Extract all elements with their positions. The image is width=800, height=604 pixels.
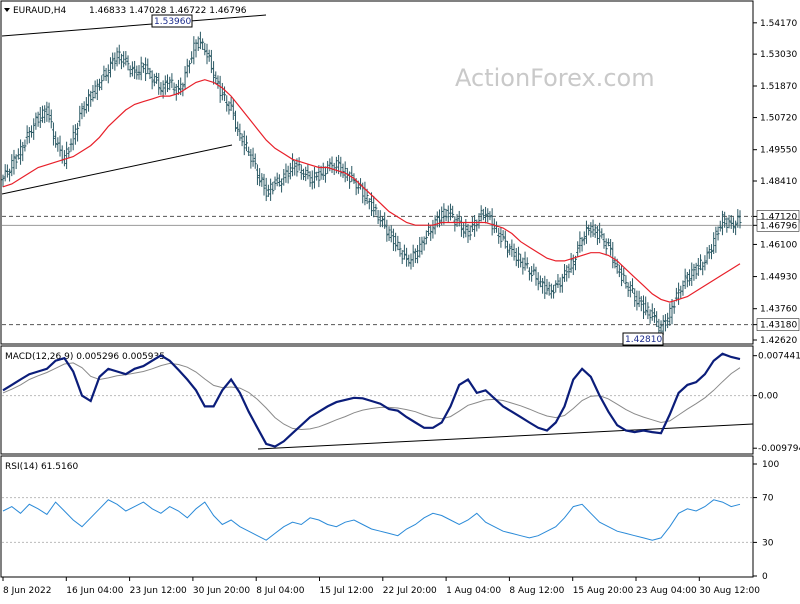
low-annotation-label: 1.42810 xyxy=(625,335,662,345)
price-tick-label: 1.48410 xyxy=(760,177,797,187)
high-annotation-label: 1.53960 xyxy=(154,17,191,27)
rsi-tick-label: 70 xyxy=(762,494,774,504)
rsi-tick-label: 100 xyxy=(762,460,779,470)
chart-root: EURAUD,H4 1.46833 1.47028 1.46722 1.4679… xyxy=(0,0,800,600)
time-tick-label: 22 Jul 20:00 xyxy=(383,586,437,596)
rsi-panel-frame xyxy=(0,455,754,578)
forex-chart: EURAUD,H4 1.46833 1.47028 1.46722 1.4679… xyxy=(0,0,800,596)
price-tick-label: 1.46100 xyxy=(760,240,797,250)
price-tick-label: 1.51870 xyxy=(760,82,797,92)
price-tick-label: 1.44930 xyxy=(760,273,797,283)
macd-panel-frame xyxy=(0,345,754,455)
rsi-tick-label: 0 xyxy=(762,572,768,582)
price-tick-label: 1.49550 xyxy=(760,146,797,156)
price-tick-label: 1.43760 xyxy=(760,305,797,315)
time-tick-label: 23 Aug 04:00 xyxy=(636,586,697,596)
high-annotation: 1.53960 xyxy=(151,14,193,28)
time-tick-label: 23 Jun 12:00 xyxy=(130,586,187,596)
macd-tick-label: -0.009794 xyxy=(758,444,800,454)
price-tick-label: 1.46796 xyxy=(760,221,797,231)
time-tick-label: 30 Aug 12:00 xyxy=(699,586,760,596)
time-tick-label: 15 Aug 20:00 xyxy=(573,586,634,596)
time-tick-label: 16 Jun 04:00 xyxy=(66,586,123,596)
rsi-tick-label: 30 xyxy=(762,538,774,548)
time-tick-label: 1 Aug 04:00 xyxy=(446,586,501,596)
macd-label: MACD(12,26,9) 0.005296 0.005935 xyxy=(5,352,165,362)
price-tick-label: 1.53030 xyxy=(760,50,797,60)
macd-tick-label: 0.00 xyxy=(758,392,778,402)
symbol-label: EURAUD,H4 xyxy=(13,6,66,16)
macd-tick-label: 0.007441 xyxy=(758,352,800,362)
rsi-label: RSI(14) 61.5160 xyxy=(5,462,78,472)
price-tick-label: 1.43180 xyxy=(760,321,797,331)
time-tick-label: 8 Aug 12:00 xyxy=(509,586,564,596)
price-panel-frame xyxy=(0,0,754,345)
rsi-axis: 100 70 30 0 xyxy=(753,460,779,582)
low-annotation: 1.42810 xyxy=(622,332,664,346)
watermark: ActionForex.com xyxy=(455,64,655,92)
time-tick-label: 8 Jul 04:00 xyxy=(256,586,305,596)
price-tick-label: 1.54170 xyxy=(760,19,797,29)
time-tick-label: 15 Jul 12:00 xyxy=(320,586,374,596)
time-axis: 8 Jun 2022 16 Jun 04:00 23 Jun 12:00 30 Jun… xyxy=(2,577,760,596)
macd-axis: 0.007441 0.00 -0.009794 xyxy=(753,352,800,454)
price-tick-label: 1.42620 xyxy=(760,336,797,346)
price-axis: 1.54170 1.53030 1.51870 1.50720 1.49550 1.484… xyxy=(753,19,800,346)
time-tick-label: 30 Jun 20:00 xyxy=(193,586,250,596)
time-tick-label: 8 Jun 2022 xyxy=(3,586,51,596)
price-tick-label: 1.50720 xyxy=(760,114,797,124)
